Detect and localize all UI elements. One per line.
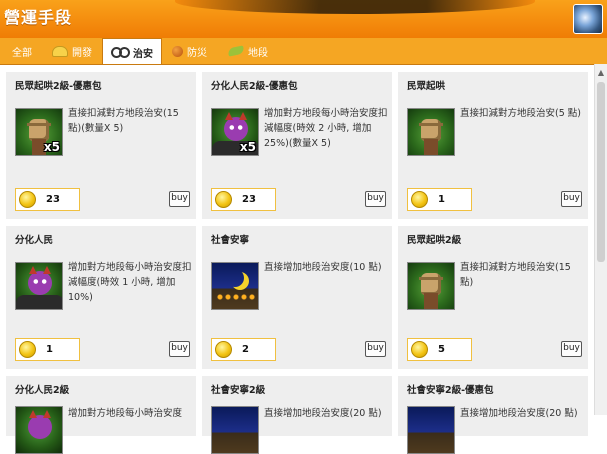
tab-develop[interactable]: 開發 <box>52 38 92 64</box>
buy-button[interactable]: buy <box>169 341 190 357</box>
price-value: 2 <box>242 344 249 355</box>
item-card: 社會安寧2級 直接增加地段治安度(20 點) <box>202 376 392 454</box>
fist-icon <box>407 262 455 310</box>
tab-label: 全部 <box>12 47 32 59</box>
fist-icon <box>407 108 455 156</box>
avatar-globe-icon[interactable] <box>573 4 603 34</box>
price-value: 5 <box>438 344 445 355</box>
price-value: 23 <box>46 194 60 205</box>
price-value: 1 <box>438 194 445 205</box>
tab-label: 治安 <box>133 48 153 60</box>
item-description: 增加對方地段每小時治安度 <box>68 408 183 419</box>
price-value: 23 <box>242 194 256 205</box>
quantity-badge: x5 <box>239 140 256 154</box>
bomb-icon <box>172 45 183 57</box>
buy-button[interactable]: buy <box>365 341 386 357</box>
item-name: 社會安寧2級 <box>211 385 266 396</box>
item-card: 分化人民2級 增加對方地段每小時治安度 <box>6 376 196 454</box>
item-name: 社會安寧 <box>211 235 250 246</box>
quantity-badge: x5 <box>43 140 60 154</box>
coin-icon <box>411 341 428 358</box>
buy-button[interactable]: buy <box>365 191 386 207</box>
price-box: 1 <box>15 338 80 361</box>
tab-label: 地段 <box>248 47 268 59</box>
page-title: 營運手段 <box>4 8 73 27</box>
price-box: 2 <box>211 338 276 361</box>
category-tabs: 全部 開發 治安 防災 地段 <box>0 38 607 65</box>
item-description: 直接增加地段治安度(20 點) <box>460 408 578 419</box>
scrollbar[interactable]: ▲ <box>594 64 607 415</box>
item-description: 直接扣減對方地段治安(5 點) <box>460 108 581 119</box>
item-card: 分化人民2級-優惠包 x5 增加對方地段每小時治安度扣減幅度(時效 2 小時, … <box>202 72 392 219</box>
item-name: 民眾起哄2級-優惠包 <box>15 81 102 92</box>
price-box: 23 <box>211 188 276 211</box>
tab-label: 開發 <box>72 47 92 59</box>
coin-icon <box>411 191 428 208</box>
header-decoration <box>175 0 535 14</box>
price-box: 1 <box>407 188 472 211</box>
buy-button[interactable]: buy <box>561 341 582 357</box>
price-box: 5 <box>407 338 472 361</box>
app-header: 營運手段 <box>0 0 607 38</box>
night-moon-icon <box>211 262 259 310</box>
tab-label: 防災 <box>187 47 207 59</box>
price-box: 23 <box>15 188 80 211</box>
item-card: 分化人民 增加對方地段每小時治安度扣減幅度(時效 1 小時, 增加 10%) 1… <box>6 226 196 369</box>
item-name: 民眾起哄 <box>407 81 446 92</box>
price-value: 1 <box>46 344 53 355</box>
item-card: 民眾起哄2級 直接扣減對方地段治安(15 點) 5 buy <box>398 226 588 369</box>
item-description: 直接扣減對方地段治安(15 點) <box>460 262 571 288</box>
coin-icon <box>19 191 36 208</box>
coin-icon <box>215 341 232 358</box>
helmet-icon <box>52 45 68 57</box>
item-description: 直接扣減對方地段治安(15 點)(數量X 5) <box>68 108 179 134</box>
item-name: 民眾起哄2級 <box>407 235 462 246</box>
tab-disaster[interactable]: 防災 <box>172 38 207 64</box>
item-description: 直接增加地段治安度(10 點) <box>264 262 382 273</box>
item-card: 社會安寧2級-優惠包 直接增加地段治安度(20 點) <box>398 376 588 454</box>
night-moon-icon <box>407 406 455 454</box>
tab-land[interactable]: 地段 <box>227 38 268 64</box>
coin-icon <box>19 341 36 358</box>
item-name: 分化人民 <box>15 235 54 246</box>
devil-icon: x5 <box>211 108 259 156</box>
item-name: 分化人民2級-優惠包 <box>211 81 298 92</box>
item-name: 分化人民2級 <box>15 385 70 396</box>
scroll-up-arrow-icon[interactable]: ▲ <box>595 66 607 78</box>
buy-button[interactable]: buy <box>561 191 582 207</box>
item-card: 民眾起哄2級-優惠包 x5 直接扣減對方地段治安(15 點)(數量X 5) 23… <box>6 72 196 219</box>
devil-icon <box>15 262 63 310</box>
item-card: 社會安寧 直接增加地段治安度(10 點) 2 buy <box>202 226 392 369</box>
item-card: 民眾起哄 直接扣減對方地段治安(5 點) 1 buy <box>398 72 588 219</box>
item-description: 直接增加地段治安度(20 點) <box>264 408 382 419</box>
land-icon <box>227 45 245 57</box>
fist-icon: x5 <box>15 108 63 156</box>
devil-icon <box>15 406 63 454</box>
night-moon-icon <box>211 406 259 454</box>
item-name: 社會安寧2級-優惠包 <box>407 385 494 396</box>
scroll-thumb[interactable] <box>597 82 605 262</box>
item-description: 增加對方地段每小時治安度扣減幅度(時效 1 小時, 增加 10%) <box>68 262 192 303</box>
tab-all[interactable]: 全部 <box>12 38 32 64</box>
coin-icon <box>215 191 232 208</box>
item-description: 增加對方地段每小時治安度扣減幅度(時效 2 小時, 增加 25%)(數量X 5) <box>264 108 388 149</box>
tab-security[interactable]: 治安 <box>102 38 162 65</box>
buy-button[interactable]: buy <box>169 191 190 207</box>
handcuffs-icon <box>111 47 130 58</box>
